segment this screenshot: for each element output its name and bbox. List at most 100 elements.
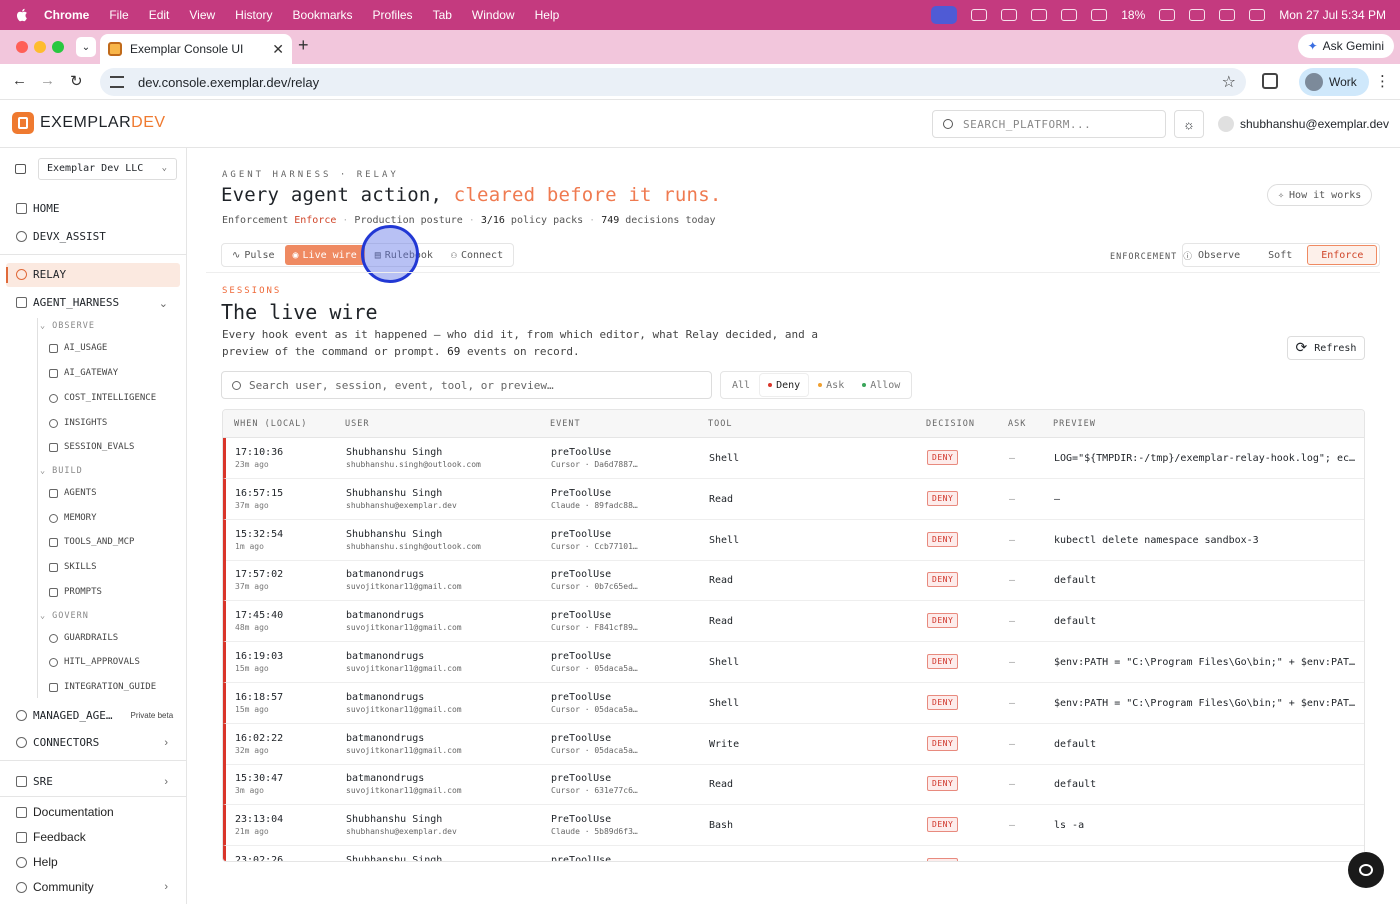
browser-tab[interactable]: Exemplar Console UI ✕	[100, 34, 292, 64]
table-row[interactable]: 17:10:36 23m ago Shubhanshu Singh shubhansh…	[223, 438, 1364, 479]
tab-search-chevron-icon[interactable]: ⌄	[76, 37, 96, 57]
table-row[interactable]: 17:57:02 37m ago batmanondrugs suvojitkonar…	[223, 560, 1364, 602]
chevron-right-icon[interactable]: ›	[164, 881, 168, 893]
site-info-icon[interactable]	[110, 76, 124, 88]
theme-toggle-button[interactable]: ☼	[1174, 110, 1204, 138]
group-build[interactable]: ⌄ BUILD	[40, 466, 83, 476]
menu-help[interactable]: Help	[535, 8, 560, 22]
table-row[interactable]: 16:19:03 15m ago batmanondrugs suvojitkonar…	[223, 642, 1364, 683]
mode-soft[interactable]: Soft	[1255, 245, 1305, 265]
org-selector[interactable]: Exemplar Dev LLC ⌄	[38, 158, 177, 180]
sidebar-item-skills[interactable]: SKILLS	[49, 562, 97, 572]
app-logo[interactable]: EXEMPLARDEV	[12, 112, 166, 134]
menu-view[interactable]: View	[189, 8, 215, 22]
table-row[interactable]: 16:57:15 37m ago Shubhanshu Singh shubhansh…	[223, 478, 1364, 520]
tab-pulse[interactable]: ∿ Pulse	[224, 245, 283, 265]
reload-icon[interactable]: ↻	[70, 72, 83, 90]
table-row[interactable]: 16:02:22 32m ago batmanondrugs suvojitkonar…	[223, 723, 1364, 765]
sidebar-item-agents[interactable]: AGENTS	[49, 488, 97, 498]
sidebar-item-insights[interactable]: INSIGHTS	[49, 418, 107, 428]
table-row[interactable]: 23:13:04 21m ago Shubhanshu Singh shubhansh…	[223, 805, 1364, 847]
more-menu-icon[interactable]: ⋮	[1375, 72, 1390, 90]
cloud-icon[interactable]	[1001, 9, 1018, 21]
column-header-decision[interactable]: DECISION	[926, 419, 975, 429]
user-menu[interactable]: shubhanshu@exemplar.dev	[1218, 116, 1389, 132]
chevron-right-icon[interactable]: ›	[164, 776, 168, 788]
sidebar-item-ai-gateway[interactable]: AI_GATEWAY	[49, 368, 118, 378]
tab-connect[interactable]: ⚇ Connect	[443, 245, 511, 265]
how-it-works-button[interactable]: ✧ How it works	[1267, 184, 1373, 206]
platform-search-input[interactable]: SEARCH_PLATFORM...	[932, 110, 1166, 138]
filter-ask[interactable]: Ask	[810, 374, 852, 396]
menu-chrome[interactable]: Chrome	[44, 8, 89, 22]
menu-file[interactable]: File	[109, 8, 128, 22]
sidebar-item-sre[interactable]: SRE	[16, 775, 53, 788]
sidebar-item-community[interactable]: Community	[16, 880, 94, 894]
menu-tab[interactable]: Tab	[433, 8, 452, 22]
sidebar-item-hitl-approvals[interactable]: HITL_APPROVALS	[49, 657, 140, 667]
wifi-icon[interactable]	[1189, 9, 1206, 21]
forward-icon[interactable]: →	[40, 72, 55, 89]
sidebar-item-documentation[interactable]: Documentation	[16, 805, 114, 819]
table-row[interactable]: 15:30:47 3m ago batmanondrugs suvojitkonar1…	[223, 764, 1364, 806]
screen-share-icon[interactable]	[931, 6, 958, 24]
minimize-window-button[interactable]	[34, 41, 46, 53]
table-row[interactable]: 15:32:54 1m ago Shubhanshu Singh shubhanshu…	[223, 519, 1364, 561]
menu-history[interactable]: History	[235, 8, 272, 22]
sidebar-item-devx-assist[interactable]: DEVX_ASSIST	[16, 230, 106, 243]
mode-observe[interactable]: Observe	[1185, 245, 1253, 265]
ask-gemini-button[interactable]: ✦ Ask Gemini	[1297, 34, 1394, 58]
search-icon[interactable]	[1219, 9, 1236, 21]
sidebar-item-cost-intelligence[interactable]: COST_INTELLIGENCE	[49, 393, 156, 403]
column-header-when[interactable]: WHEN (LOCAL)	[234, 419, 307, 429]
sidebar-item-connectors[interactable]: CONNECTORS	[16, 736, 99, 749]
collapse-sidebar-icon[interactable]	[15, 164, 26, 174]
menu-bookmarks[interactable]: Bookmarks	[293, 8, 353, 22]
status-menu-icon[interactable]	[1091, 9, 1108, 21]
new-tab-icon[interactable]: +	[298, 35, 309, 56]
bookmark-star-icon[interactable]: ☆	[1222, 72, 1236, 92]
menu-profiles[interactable]: Profiles	[373, 8, 413, 22]
filter-all[interactable]: All	[724, 374, 758, 396]
table-row[interactable]: 16:18:57 15m ago batmanondrugs suvojitkonar…	[223, 682, 1364, 724]
sidebar-item-managed-agents[interactable]: MANAGED_AGE… Private beta	[16, 709, 173, 722]
zoom-window-button[interactable]	[52, 41, 64, 53]
sidebar-item-help[interactable]: Help	[16, 855, 58, 869]
column-header-preview[interactable]: PREVIEW	[1053, 419, 1096, 429]
column-header-event[interactable]: EVENT	[550, 419, 581, 429]
sidebar-item-home[interactable]: HOME	[16, 202, 60, 215]
chat-button[interactable]	[1348, 852, 1384, 888]
menu-edit[interactable]: Edit	[149, 8, 170, 22]
address-bar[interactable]: dev.console.exemplar.dev/relay ☆	[100, 68, 1246, 96]
sidebar-item-feedback[interactable]: Feedback	[16, 830, 86, 844]
sidebar-item-agent-harness[interactable]: AGENT_HARNESS	[16, 296, 119, 309]
column-header-user[interactable]: USER	[345, 419, 369, 429]
group-govern[interactable]: ⌄ GOVERN	[40, 611, 89, 621]
menu-clock[interactable]: Mon 27 Jul 5:34 PM	[1279, 8, 1386, 22]
url-text[interactable]: dev.console.exemplar.dev/relay	[138, 75, 319, 90]
sidebar-item-ai-usage[interactable]: AI_USAGE	[49, 343, 107, 353]
column-header-tool[interactable]: TOOL	[708, 419, 732, 429]
back-icon[interactable]: ←	[12, 72, 27, 89]
apple-icon[interactable]	[16, 7, 30, 23]
events-search-input[interactable]: Search user, session, event, tool, or pr…	[221, 371, 712, 399]
status-menu-icon[interactable]	[1061, 9, 1078, 21]
control-center-icon[interactable]	[1249, 9, 1266, 21]
menu-window[interactable]: Window	[472, 8, 515, 22]
sidebar-item-session-evals[interactable]: SESSION_EVALS	[49, 442, 134, 452]
close-window-button[interactable]	[16, 41, 28, 53]
filter-allow[interactable]: Allow	[854, 374, 908, 396]
sidebar-item-relay[interactable]: RELAY	[16, 268, 66, 281]
status-menu-icon[interactable]	[971, 9, 988, 21]
group-observe[interactable]: ⌄ OBSERVE	[40, 321, 95, 331]
chevron-down-icon[interactable]: ⌄	[159, 297, 168, 310]
sidebar-item-tools-and-mcp[interactable]: TOOLS_AND_MCP	[49, 537, 134, 547]
column-header-ask[interactable]: ASK	[1008, 419, 1026, 429]
sidebar-item-memory[interactable]: MEMORY	[49, 513, 97, 523]
tab-live-wire[interactable]: ◉ Live wire	[284, 245, 365, 265]
status-menu-icon[interactable]	[1031, 9, 1048, 21]
extensions-icon[interactable]	[1262, 73, 1278, 89]
table-row[interactable]: 17:45:40 48m ago batmanondrugs suvojitkonar…	[223, 601, 1364, 643]
chevron-right-icon[interactable]: ›	[164, 737, 168, 749]
battery-icon[interactable]	[1159, 9, 1176, 21]
